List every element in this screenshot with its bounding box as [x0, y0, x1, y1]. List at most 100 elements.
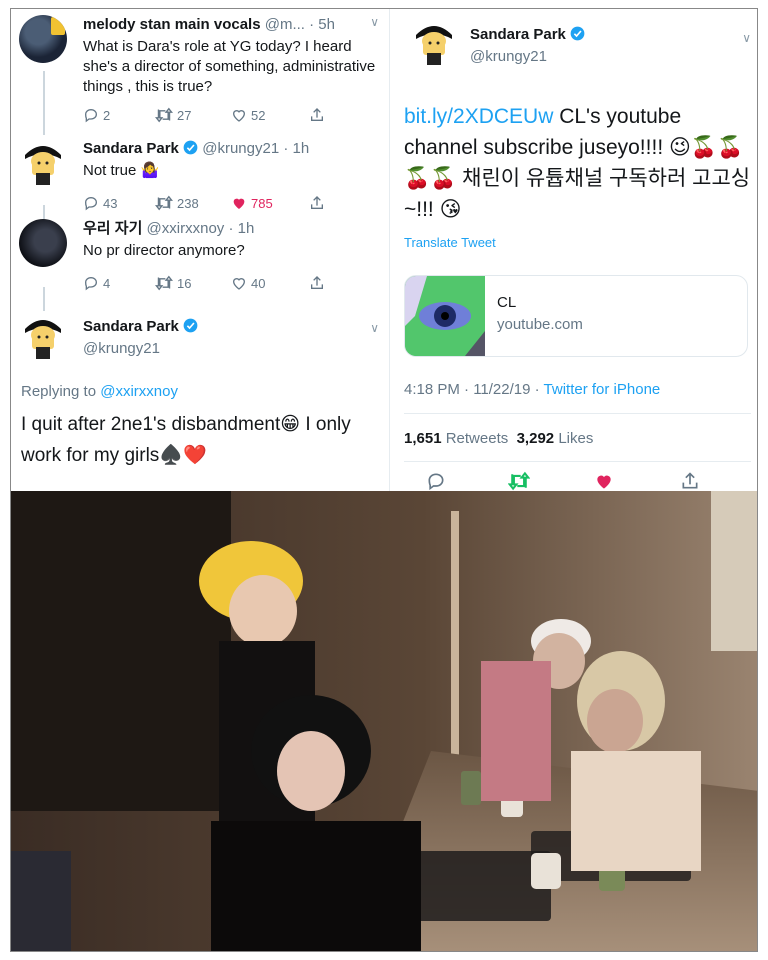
like-icon — [232, 278, 246, 290]
tweet-text: No pr director anymore? — [83, 242, 245, 259]
reply-count: 4 — [103, 275, 111, 291]
retweets-label[interactable]: Retweets — [446, 430, 509, 447]
replying-to: Replying to @xxirxxnoy — [21, 383, 178, 400]
reply-icon — [84, 108, 98, 123]
share-button[interactable] — [309, 107, 325, 123]
author-name[interactable]: Sandara Park — [83, 140, 179, 157]
author-handle[interactable]: @krungy21 — [470, 48, 547, 65]
retweet-count: 16 — [177, 275, 192, 291]
tweet-header: Sandara Park @krungy21 · 1h — [83, 139, 379, 159]
chevron-down-icon[interactable]: ∨ — [370, 15, 379, 29]
divider — [404, 413, 751, 414]
share-button[interactable] — [309, 275, 325, 291]
retweet-count: 238 — [177, 195, 199, 211]
share-button[interactable] — [309, 195, 325, 211]
tweet-timestamp: 4:18 PM · 11/22/19 · Twitter for iPhone — [404, 381, 660, 398]
translate-tweet-link[interactable]: Translate Tweet — [404, 235, 496, 250]
like-icon — [597, 475, 611, 489]
share-icon — [682, 472, 698, 489]
tweet-melody[interactable]: melody stan main vocals @m... · 5h ∨ Wha… — [19, 15, 379, 130]
reply-icon — [84, 196, 98, 211]
reply-count: 43 — [103, 195, 118, 211]
chevron-down-icon[interactable]: ∨ — [370, 321, 379, 335]
chevron-down-icon[interactable]: ∨ — [742, 31, 751, 45]
card-title: CL — [497, 294, 517, 311]
author-name-row: Sandara Park — [470, 26, 585, 43]
verified-icon — [183, 140, 198, 155]
avatar[interactable] — [19, 219, 67, 267]
reply-button[interactable]: 2 — [83, 107, 110, 123]
avatar[interactable] — [19, 313, 67, 361]
reply-button[interactable]: 43 — [83, 195, 117, 211]
main-tweet-actions — [404, 471, 751, 491]
screenshot-frame: melody stan main vocals @m... · 5h ∨ Wha… — [10, 8, 758, 952]
like-button[interactable] — [594, 471, 614, 491]
retweet-button[interactable]: 27 — [155, 107, 191, 123]
tweet-header: Sandara Park — [83, 317, 379, 337]
card-domain: youtube.com — [497, 316, 583, 333]
author-name[interactable]: melody stan main vocals — [83, 16, 261, 33]
tweet-actions: 4 16 40 — [83, 275, 379, 295]
share-button[interactable] — [680, 471, 700, 491]
tweet-sandara-focused[interactable]: Sandara Park ∨ @krungy21 — [19, 313, 379, 373]
like-button[interactable]: 785 — [231, 195, 273, 211]
reply-icon — [428, 473, 444, 491]
reply-button[interactable] — [426, 471, 446, 491]
reply-icon — [84, 276, 98, 291]
avatar[interactable] — [19, 15, 67, 63]
avatar[interactable] — [19, 139, 67, 187]
replying-to-label: Replying to — [21, 383, 97, 400]
group-photo — [11, 491, 757, 951]
tweet-uri[interactable]: 우리 자기 @xxirxxnoy · 1h No pr director any… — [19, 219, 379, 294]
link-card[interactable]: CL youtube.com — [404, 275, 748, 357]
tweet-link[interactable]: bit.ly/2XDCEUw — [404, 105, 553, 128]
tweet-actions: 43 238 785 — [83, 195, 379, 215]
retweet-icon — [155, 275, 173, 291]
verified-icon — [570, 26, 585, 41]
share-icon — [311, 196, 323, 209]
tweet-header: 우리 자기 @xxirxxnoy · 1h — [83, 219, 379, 239]
tweet-text: What is Dara's role at YG today? I heard… — [83, 38, 376, 95]
avatar[interactable] — [410, 19, 458, 67]
author-handle[interactable]: @krungy21 — [83, 339, 379, 359]
likes-label[interactable]: Likes — [558, 430, 593, 447]
divider — [404, 461, 751, 462]
verified-icon — [183, 318, 198, 333]
retweet-icon — [155, 107, 173, 123]
replying-to-mention[interactable]: @xxirxxnoy — [100, 383, 178, 400]
author-handle-time[interactable]: @xxirxxnoy · 1h — [147, 220, 255, 237]
like-icon — [232, 110, 246, 122]
retweet-icon — [508, 471, 530, 491]
like-button[interactable]: 52 — [231, 107, 265, 123]
tweet-sandara-reply[interactable]: Sandara Park @krungy21 · 1h Not true 🤷‍♀… — [19, 139, 379, 214]
share-icon — [311, 108, 323, 121]
like-count: 52 — [251, 107, 266, 123]
share-icon — [311, 276, 323, 289]
tweet-text: bit.ly/2XDCEUw CL's youtube channel subs… — [404, 101, 754, 225]
tweet-text: I quit after 2ne1's disbandment😁 I only … — [21, 414, 351, 466]
author-handle-time[interactable]: @m... · 5h — [265, 16, 335, 33]
reply-button[interactable]: 4 — [83, 275, 110, 291]
tweet-actions: 2 27 52 — [83, 107, 379, 127]
reply-thread: melody stan main vocals @m... · 5h ∨ Wha… — [11, 9, 389, 491]
retweet-count: 27 — [177, 107, 192, 123]
tweet-time[interactable]: 4:18 PM · 11/22/19 · — [404, 381, 540, 398]
tweet-header: melody stan main vocals @m... · 5h — [83, 15, 379, 35]
like-total[interactable]: 3,292 — [517, 430, 555, 447]
card-thumbnail — [405, 276, 485, 356]
author-name[interactable]: 우리 자기 — [83, 220, 142, 237]
retweet-total[interactable]: 1,651 — [404, 430, 442, 447]
tweet-text: Not true 🤷‍♀️ — [83, 162, 160, 179]
retweet-button[interactable]: 16 — [155, 275, 191, 291]
author-handle-time[interactable]: @krungy21 · 1h — [202, 140, 309, 157]
retweet-button[interactable]: 238 — [155, 195, 199, 211]
engagement-stats: 1,651 Retweets 3,292 Likes — [404, 430, 593, 447]
author-name[interactable]: Sandara Park — [83, 318, 179, 335]
tweet-source[interactable]: Twitter for iPhone — [544, 381, 661, 398]
author-name[interactable]: Sandara Park — [470, 26, 566, 43]
like-count: 40 — [251, 275, 266, 291]
like-button[interactable]: 40 — [231, 275, 265, 291]
retweet-icon — [155, 195, 173, 211]
main-tweet: Sandara Park @krungy21 ∨ bit.ly/2XDCEUw … — [389, 9, 757, 491]
retweet-button[interactable] — [508, 471, 530, 491]
